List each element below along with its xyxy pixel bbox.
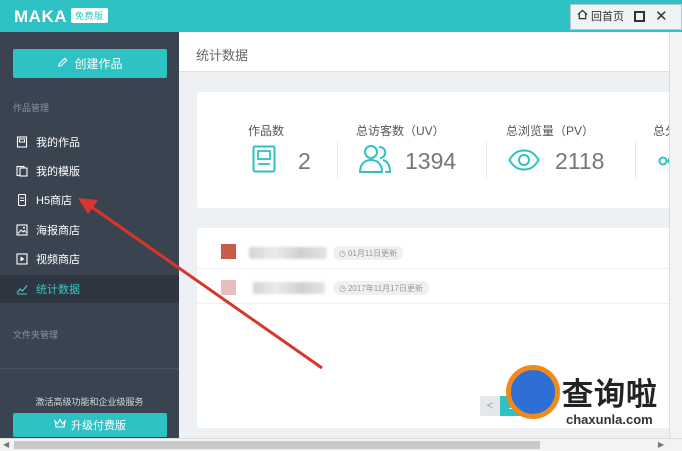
stat-value: 2118	[555, 148, 605, 174]
scroll-left-icon[interactable]: ◀	[3, 440, 9, 449]
create-work-label: 创建作品	[74, 57, 123, 71]
watermark: 查询啦 chaxunla.com	[506, 365, 682, 435]
stat-label: 总访客数（UV）	[356, 124, 445, 138]
update-date: 2017年11月17日更新	[347, 283, 423, 293]
home-label: 回首页	[591, 11, 624, 23]
top-bar: MAKA 免费版 回首页 ✕	[0, 0, 682, 32]
crown-icon	[54, 418, 66, 432]
h5-store-icon	[15, 194, 28, 207]
stat-visitors: 总访客数（UV） 1394	[338, 92, 486, 208]
work-name-blurred	[249, 247, 327, 259]
my-templates-icon	[15, 165, 28, 178]
sidebar-item-poster-store[interactable]: 海报商店	[0, 216, 179, 244]
video-store-icon	[15, 253, 28, 266]
stat-shares: 总分	[636, 92, 672, 208]
update-date-tag: ◷ 2017年11月17日更新	[333, 281, 429, 295]
sidebar-item-statistics[interactable]: 统计数据	[0, 275, 179, 303]
stat-works: 作品数 2	[197, 92, 337, 208]
sidebar-item-my-works[interactable]: 我的作品	[0, 128, 179, 156]
page-header: 统计数据	[179, 32, 682, 72]
stats-card: 作品数 2 总访客数（UV） 1394 总浏览量（PV） 2118 总分	[197, 92, 672, 208]
close-icon[interactable]: ✕	[655, 7, 668, 25]
maximize-icon[interactable]	[634, 11, 645, 22]
works-count-icon	[252, 145, 276, 178]
home-icon	[577, 9, 588, 23]
section-label-works: 作品管理	[13, 103, 50, 113]
upgrade-label: 升级付费版	[71, 420, 126, 432]
sidebar-item-label: 统计数据	[36, 284, 80, 296]
create-work-button[interactable]: 创建作品	[13, 49, 167, 78]
logo[interactable]: MAKA 免费版	[14, 7, 108, 27]
work-thumbnail	[221, 244, 236, 259]
section-label-folders: 文件夹管理	[13, 330, 59, 340]
clock-icon: ◷	[339, 283, 346, 293]
page-title: 统计数据	[196, 48, 249, 63]
stat-value: 1394	[405, 148, 457, 174]
work-name-blurred	[253, 282, 325, 294]
pencil-icon	[57, 57, 68, 71]
watermark-text: 查询啦	[562, 377, 658, 412]
visitors-icon	[358, 144, 392, 179]
sidebar-item-video-store[interactable]: 视频商店	[0, 245, 179, 273]
sidebar-item-label: 我的模版	[36, 166, 80, 178]
sidebar: 创建作品 作品管理 我的作品 我的模版 H5商店 海报商店 视频商店 统计数据 …	[0, 32, 179, 438]
promo-text: 激活高级功能和企业级服务	[35, 397, 144, 407]
scrollbar-thumb[interactable]	[14, 441, 540, 449]
work-thumbnail	[221, 280, 236, 295]
sidebar-item-label: 我的作品	[36, 137, 80, 149]
update-date-tag: ◷ 01月11日更新	[333, 246, 404, 260]
sidebar-item-label: 视频商店	[36, 254, 80, 266]
prev-page-button[interactable]: <	[480, 396, 500, 416]
stat-pageviews: 总浏览量（PV） 2118	[487, 92, 635, 208]
sidebar-divider	[0, 368, 179, 369]
clock-icon: ◷	[339, 248, 346, 258]
watermark-url: chaxunla.com	[566, 412, 653, 427]
window-controls: 回首页 ✕	[570, 4, 682, 30]
upgrade-button[interactable]: 升级付费版	[13, 413, 167, 437]
stat-value: 2	[298, 148, 311, 174]
stat-label: 作品数	[248, 124, 285, 138]
stat-label: 总浏览量（PV）	[506, 124, 595, 138]
logo-text: MAKA	[14, 7, 67, 26]
eye-icon	[508, 149, 540, 176]
watermark-logo	[506, 365, 560, 419]
sidebar-item-label: H5商店	[36, 195, 73, 207]
sidebar-item-h5-store[interactable]: H5商店	[0, 186, 179, 214]
plan-badge: 免费版	[71, 8, 108, 23]
statistics-icon	[15, 283, 28, 296]
list-item[interactable]: ◷ 01月11日更新	[197, 235, 672, 269]
my-works-icon	[15, 136, 28, 149]
home-button[interactable]: 回首页	[577, 8, 624, 24]
update-date: 01月11日更新	[347, 248, 398, 258]
horizontal-scrollbar[interactable]: ◀ ▶	[0, 438, 682, 451]
sidebar-item-my-templates[interactable]: 我的模版	[0, 157, 179, 185]
poster-store-icon	[15, 224, 28, 237]
list-item[interactable]: ◷ 2017年11月17日更新	[197, 270, 672, 304]
sidebar-item-label: 海报商店	[36, 225, 80, 237]
scroll-right-icon[interactable]: ▶	[658, 440, 664, 449]
